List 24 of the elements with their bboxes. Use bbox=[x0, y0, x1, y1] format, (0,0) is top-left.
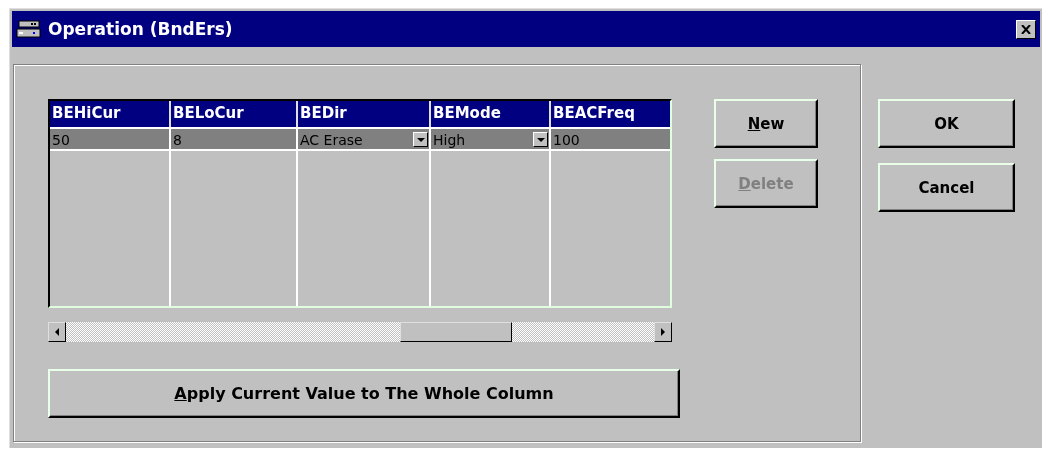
caret-down-icon bbox=[536, 137, 545, 142]
grid-row[interactable]: 50 8 AC Erase High 100 bbox=[50, 127, 670, 151]
dropdown-button[interactable] bbox=[533, 132, 548, 147]
cancel-button[interactable]: Cancel bbox=[878, 163, 1015, 212]
dropdown-cell[interactable]: AC Erase bbox=[298, 129, 431, 149]
table-cell: 8 bbox=[171, 129, 298, 149]
dropdown-cell[interactable]: High bbox=[431, 129, 551, 149]
scroll-right-button[interactable] bbox=[654, 322, 672, 342]
window-title: Operation (BndErs) bbox=[48, 19, 234, 39]
new-button[interactable]: New bbox=[714, 99, 818, 148]
dropdown-button[interactable] bbox=[413, 132, 428, 147]
table-cell: 50 bbox=[50, 129, 171, 149]
ok-button[interactable]: OK bbox=[878, 99, 1015, 148]
caret-down-icon bbox=[416, 137, 425, 142]
arrow-left-icon bbox=[55, 328, 59, 336]
device-icon bbox=[16, 19, 42, 39]
close-button[interactable] bbox=[1016, 19, 1036, 39]
apply-to-column-button[interactable]: Apply Current Value to The Whole Column bbox=[48, 369, 680, 418]
scroll-thumb[interactable] bbox=[400, 322, 512, 342]
close-icon bbox=[1021, 24, 1031, 34]
scroll-left-button[interactable] bbox=[48, 322, 66, 342]
arrow-right-icon bbox=[661, 328, 665, 336]
horizontal-scrollbar[interactable] bbox=[48, 322, 672, 342]
table-cell: 100 bbox=[551, 129, 670, 149]
